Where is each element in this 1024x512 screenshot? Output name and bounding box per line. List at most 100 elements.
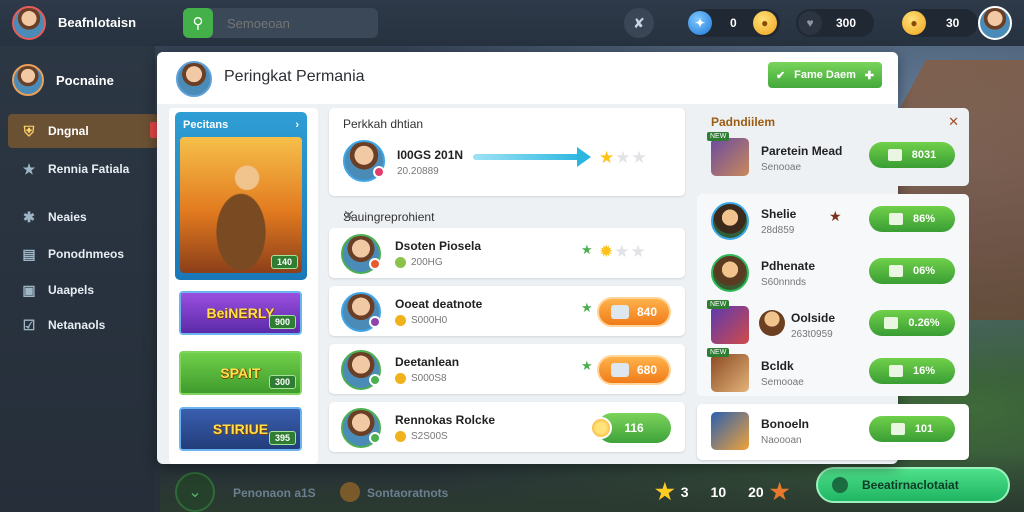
close-icon[interactable]: ✕ [343, 207, 673, 224]
star-icon: ★ [599, 148, 615, 167]
reward-sub: Naoooan [761, 435, 802, 446]
sidebar-item-uaapels[interactable]: ▣ Uaapels [8, 273, 158, 307]
progress-arrow [473, 147, 591, 167]
search-icon[interactable]: ⚲ [183, 8, 213, 38]
list-item[interactable]: Rennokas Rolcke S2S00S 116 [329, 402, 685, 452]
reward-name: Bcldk [761, 359, 794, 373]
info-icon[interactable]: › [295, 119, 299, 131]
sidebar-item-dngnal[interactable]: ⛨ Dngnal [8, 114, 158, 148]
star-icon: ★ [615, 148, 631, 167]
currency-pill-coins[interactable]: ● 30 [902, 9, 978, 37]
promo-banner-2[interactable]: SPAIT 300 [179, 351, 302, 395]
list-item[interactable]: Deetanlean S000S8 ★ 680 [329, 344, 685, 394]
sidebar: Pocnaine ⛨ Dngnal ★ Rennia Fatiala ✱ Nea… [0, 46, 158, 512]
promo-badge: 300 [268, 375, 296, 389]
sidebar-item-neaies[interactable]: ✱ Neaies [8, 200, 158, 234]
list-item[interactable]: Dsoten Piosela 200HG ★ ✹ ★ ★ [329, 228, 685, 278]
sidebar-item-ponodnmeos[interactable]: ▤ Ponodnmeos [8, 237, 158, 271]
promo-badge: 395 [268, 431, 296, 445]
reward-item[interactable]: NEW Bcldk Semooae 16% [697, 346, 969, 400]
search-input[interactable] [213, 15, 373, 31]
claim-button[interactable]: 0.26% [869, 310, 955, 336]
top-player-name: I00GS 201N [397, 148, 464, 162]
star-rating: ★ ★ ★ [599, 148, 647, 168]
sidebar-profile-label: Pocnaine [56, 72, 114, 88]
sidebar-item-netanaols[interactable]: ☑ Netanaols [8, 308, 158, 342]
sidebar-item-rennia-fatiala[interactable]: ★ Rennia Fatiala [8, 152, 158, 186]
ticket-icon [888, 213, 903, 225]
reward-sub: 263t0959 [791, 329, 833, 340]
coins-value: 30 [946, 16, 960, 30]
reward-item[interactable]: Bonoeln Naoooan 101 [697, 404, 969, 460]
reward-title: Padndiilem [711, 115, 776, 129]
reward-item[interactable]: Pdhenate S60nnnds 06% [697, 246, 969, 300]
panel-header: Peringkat Permania ✔ Fame Daem ✚ [157, 52, 898, 104]
score-badge[interactable]: 680 [597, 355, 671, 385]
stat-1: 3 [680, 484, 689, 500]
ticket-icon [887, 149, 902, 161]
feature-card[interactable]: Pecitans › 140 [175, 112, 307, 280]
reward-name: Bonoeln [761, 417, 809, 431]
feature-title: Pecitans [183, 119, 229, 131]
claim-button[interactable]: 06% [869, 258, 955, 284]
reward-image [711, 412, 749, 450]
promo-label: STIRIUE [212, 421, 269, 437]
currency-pill-gems[interactable]: ✦ 0 ● [688, 9, 780, 37]
reward-item-row: Bonoeln Naoooan 101 [697, 404, 969, 458]
wrench-icon: ✔ [776, 69, 786, 82]
list-item[interactable]: Ooeat deatnote S000H0 ★ 840 [329, 286, 685, 336]
chevron-down-icon[interactable]: ⌄ [175, 472, 215, 512]
hearts-value: 300 [836, 16, 857, 30]
reward-image: NEW [707, 300, 749, 344]
score-badge[interactable]: 840 [597, 297, 671, 327]
claim-value: 86% [912, 213, 936, 225]
reward-item[interactable]: NEW Paretein Mead Senooae 8031 [697, 130, 969, 184]
claim-button[interactable]: 16% [869, 358, 955, 384]
sidebar-item-label: Rennia Fatiala [48, 162, 130, 176]
phone-icon [832, 477, 848, 493]
currency-pill-hearts[interactable]: ♥ 300 [796, 9, 874, 37]
player-sub: S2S00S [395, 431, 448, 442]
top-rank-card[interactable]: Perkkah dhtian I00GS 201N 20.20889 ★ ★ ★ [329, 108, 685, 196]
search-bar: ⚲ [183, 8, 378, 38]
claim-button[interactable]: 86% [869, 206, 955, 232]
reward-sub: Semooae [761, 377, 804, 388]
claim-value: 101 [914, 423, 934, 435]
panel-avatar [176, 61, 212, 97]
profile-avatar[interactable] [978, 6, 1012, 40]
header-action-button[interactable]: ✔ Fame Daem ✚ [768, 62, 882, 88]
reward-sub: Senooae [761, 162, 802, 173]
score-badge[interactable]: 116 [590, 413, 671, 443]
claim-button[interactable]: 101 [869, 416, 955, 442]
gold-coin-icon: ● [902, 11, 926, 35]
player-avatar[interactable] [12, 6, 46, 40]
feature-artwork: 140 [180, 137, 302, 273]
shield-icon: ⛨ [23, 122, 35, 139]
close-icon[interactable]: ✕ [948, 114, 959, 130]
player-name: Dsoten Piosela [395, 239, 482, 253]
promo-banner-3[interactable]: STIRIUE 395 [179, 407, 302, 451]
claim-button[interactable]: 8031 [869, 142, 955, 168]
reward-item[interactable]: Shelie 28d859 ★ 86% [697, 194, 969, 248]
bronze-coin-icon [340, 482, 360, 502]
reward-item[interactable]: NEW Oolside 263t0959 0.26% [697, 298, 969, 352]
tools-icon[interactable]: ✘ [624, 8, 654, 38]
check-icon [888, 365, 903, 377]
reward-sub: 28d859 [761, 225, 795, 236]
box-icon: ▣ [22, 281, 36, 298]
player-sub: S000H0 [395, 315, 447, 326]
reward-name: Paretein Mead [761, 144, 843, 158]
plus-icon: ✚ [864, 69, 874, 82]
bottom-bar: ⌄ Penonaon a1S Sontaoratnots ★ 3 10 20 ★… [155, 462, 1024, 512]
ranking-list-header: Sauingreprohient ✕ [329, 206, 685, 228]
gems-value: 0 [730, 16, 737, 30]
gem-icon [610, 305, 629, 319]
stat-2: 10 [710, 484, 727, 500]
player-avatar [341, 408, 381, 448]
star-rating: ✹ ★ ★ [599, 242, 646, 262]
cta-button[interactable]: Beeatirnaclotaiat [816, 467, 1010, 503]
score-value: 116 [624, 421, 644, 435]
sidebar-profile[interactable]: Pocnaine [12, 64, 114, 96]
promo-banner-1[interactable]: BeiNERLY 900 [179, 291, 302, 335]
stat-3: 20 [748, 484, 764, 500]
